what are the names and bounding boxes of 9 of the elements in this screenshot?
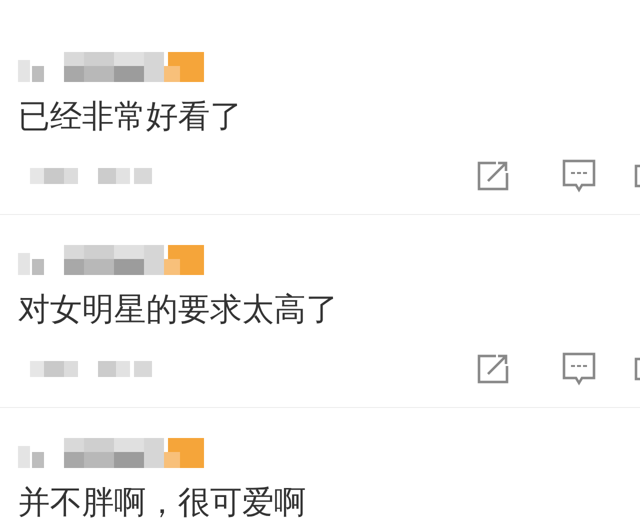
like-icon[interactable] xyxy=(634,164,640,188)
comment-text: 对女明星的要求太高了 xyxy=(18,289,339,329)
comment-text: 已经非常好看了 xyxy=(18,96,243,136)
like-icon[interactable] xyxy=(634,357,640,381)
comment-icon[interactable] xyxy=(562,352,596,386)
comment-text: 并不胖啊，很可爱啊 xyxy=(18,482,307,522)
share-icon[interactable] xyxy=(476,353,510,385)
share-icon[interactable] xyxy=(476,160,510,192)
comment-icon[interactable] xyxy=(562,159,596,193)
